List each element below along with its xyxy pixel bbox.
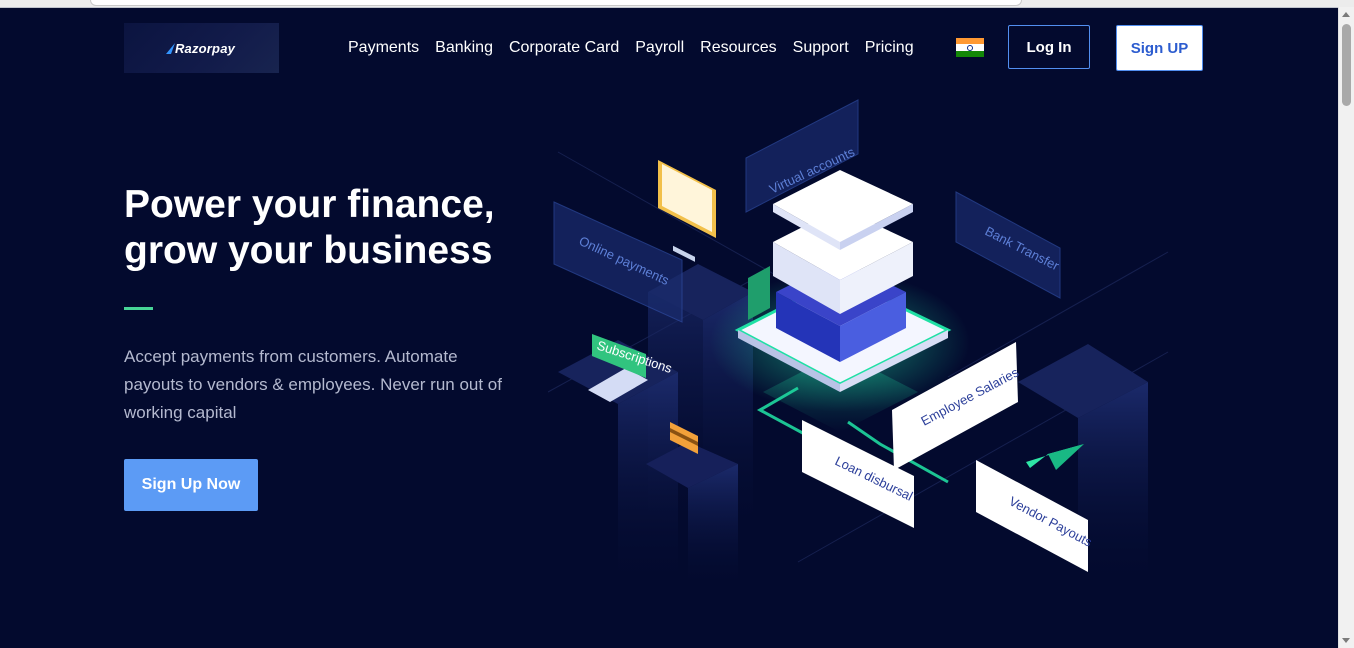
bank-transfer-card: Bank Transfer xyxy=(955,191,1062,299)
hero-illustration: Subscriptions Online payments Virtual ac… xyxy=(548,92,1173,592)
india-flag-icon[interactable] xyxy=(956,38,984,57)
scroll-down-arrow-icon[interactable] xyxy=(1342,638,1350,643)
accent-divider xyxy=(124,307,153,310)
razorpay-logo[interactable]: Razorpay xyxy=(124,23,279,73)
scroll-up-arrow-icon[interactable] xyxy=(1342,12,1350,17)
flag-white-band xyxy=(956,44,984,52)
nav-item-payments[interactable]: Payments xyxy=(340,37,427,59)
flag-green-band xyxy=(956,50,984,57)
sign-up-now-button[interactable]: Sign Up Now xyxy=(124,459,258,511)
isometric-finance-graphic: Subscriptions Online payments Virtual ac… xyxy=(548,99,1169,592)
hero-title-line-1: Power your finance, xyxy=(124,183,495,226)
signup-button[interactable]: Sign UP xyxy=(1116,25,1203,71)
nav-item-pricing[interactable]: Pricing xyxy=(857,37,922,59)
vertical-scrollbar[interactable] xyxy=(1338,7,1354,648)
browser-chrome xyxy=(0,0,1354,8)
razorpay-logo-icon xyxy=(165,42,175,54)
main-nav: Payments Banking Corporate Card Payroll … xyxy=(340,37,922,59)
nav-item-corporate-card[interactable]: Corporate Card xyxy=(501,37,627,59)
hero-title-line-2: grow your business xyxy=(124,229,493,272)
document-card xyxy=(658,160,716,262)
brand-name: Razorpay xyxy=(174,40,236,56)
nav-item-support[interactable]: Support xyxy=(785,37,857,59)
nav-item-banking[interactable]: Banking xyxy=(427,37,501,59)
login-button[interactable]: Log In xyxy=(1008,25,1090,69)
scrollbar-thumb[interactable] xyxy=(1342,24,1351,106)
online-payments-card: Online payments xyxy=(553,201,683,323)
vendor-payouts-card: Vendor Payouts xyxy=(976,460,1095,572)
address-bar[interactable] xyxy=(90,0,1022,6)
hero-title: Power your finance, grow your business xyxy=(124,182,544,274)
nav-item-resources[interactable]: Resources xyxy=(692,37,784,59)
hero-description: Accept payments from customers. Automate… xyxy=(124,347,502,422)
nav-item-payroll[interactable]: Payroll xyxy=(627,37,692,59)
